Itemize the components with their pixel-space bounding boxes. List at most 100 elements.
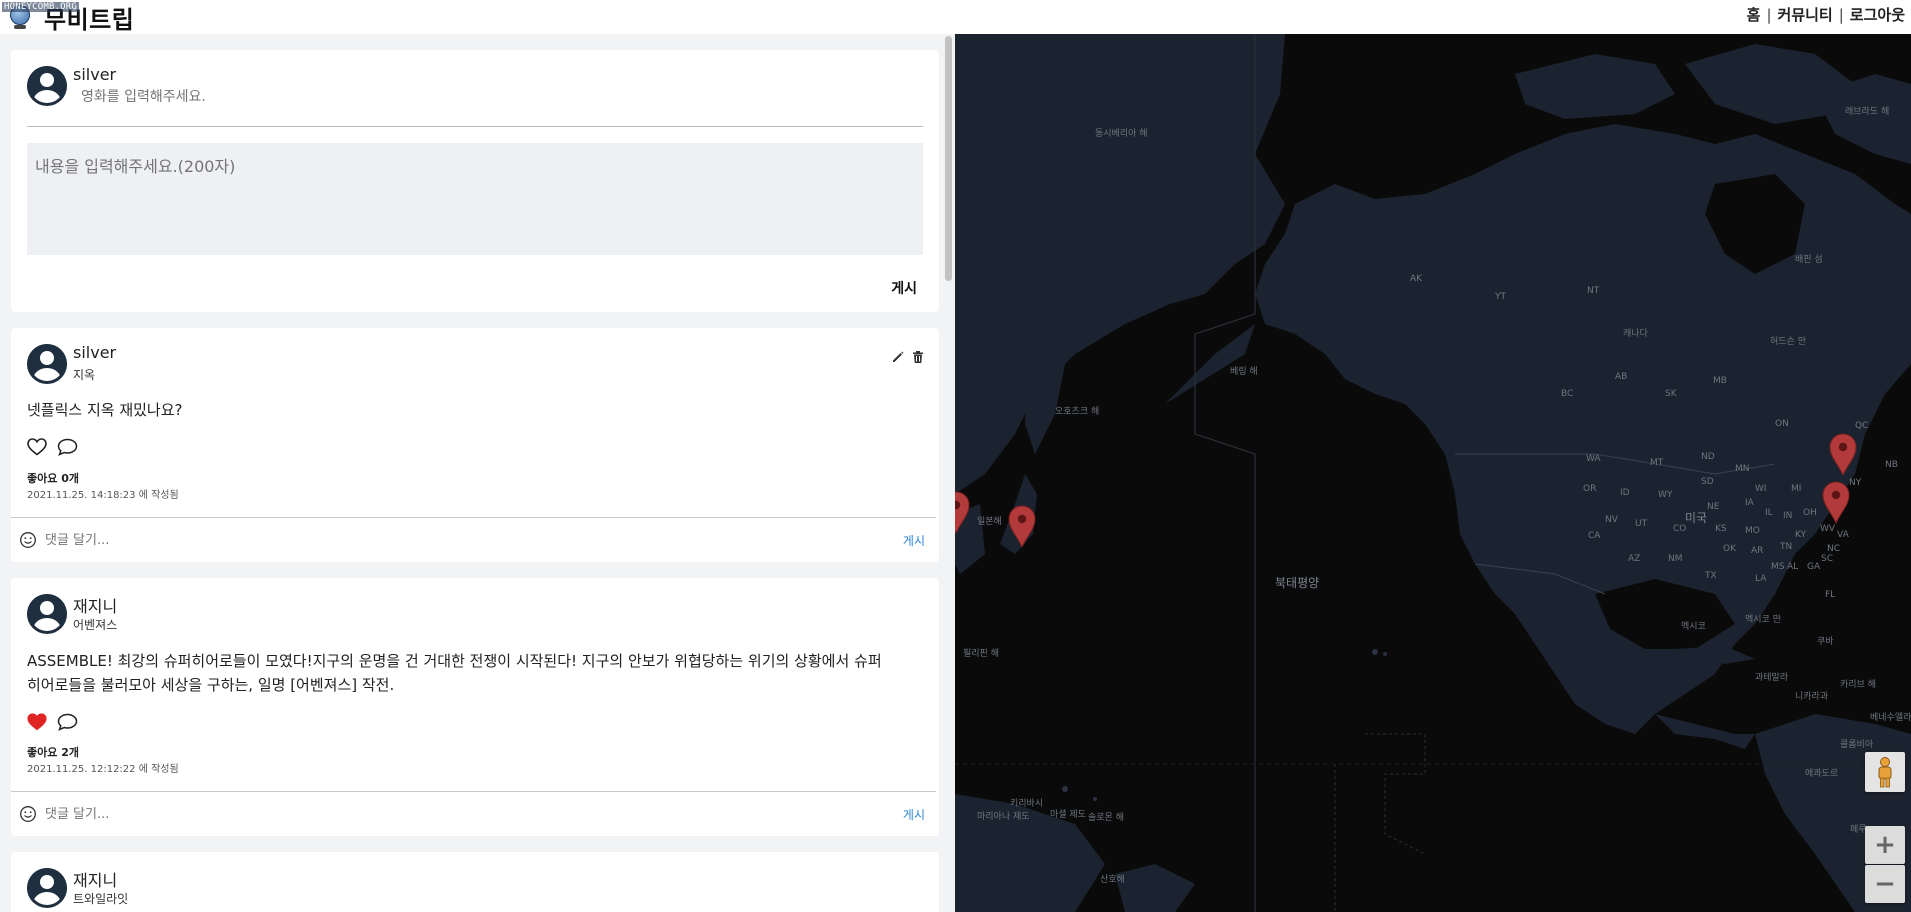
map-label: IA — [1745, 498, 1754, 508]
map-label: NE — [1707, 502, 1720, 512]
comment-bubble-icon[interactable] — [57, 713, 78, 731]
map-label: ND — [1701, 452, 1715, 462]
post-card: 재지니 어벤져스 ASSEMBLE! 최강의 슈퍼히어로들이 모였다!지구의 운… — [11, 578, 939, 836]
map-label: NM — [1668, 554, 1683, 564]
post-card: silver 지옥 넷플릭스 지옥 재밌나요? 좋아요 0개 2021.11.2… — [11, 328, 939, 562]
map-landmass — [955, 34, 1911, 912]
map-label: 에콰도르 — [1805, 769, 1839, 779]
map-label: WA — [1586, 454, 1601, 464]
map-label: 솔로몬 해 — [1088, 813, 1124, 823]
map-label: WI — [1755, 484, 1767, 494]
nav-logout-link[interactable]: 로그아웃 — [1850, 4, 1905, 25]
map-label: IN — [1783, 511, 1793, 521]
comment-post-button[interactable]: 게시 — [903, 532, 925, 549]
nav-separator: | — [1838, 5, 1844, 24]
map-label: AB — [1615, 372, 1628, 382]
nav-community-link[interactable]: 커뮤니티 — [1778, 4, 1833, 25]
map-label: ID — [1620, 488, 1630, 498]
map-label: 멕시코 만 — [1745, 615, 1781, 625]
post-time: 2021.11.25. 14:18:23 에 작성됨 — [27, 490, 179, 501]
divider — [11, 791, 936, 792]
composer-username: silver — [73, 65, 117, 84]
post-username[interactable]: 재지니 — [73, 593, 117, 617]
post-body: 넷플릭스 지옥 재밌나요? — [27, 401, 183, 419]
post-username[interactable]: 재지니 — [73, 867, 117, 891]
comment-bubble-icon[interactable] — [57, 438, 78, 456]
map-label: 마셜 제도 — [1050, 810, 1086, 820]
zoom-in-button[interactable]: + — [1865, 826, 1905, 864]
map-label: 베네수엘라 — [1870, 713, 1911, 723]
nav-home-link[interactable]: 홈 — [1747, 4, 1761, 25]
street-view-pegman[interactable] — [1865, 752, 1905, 792]
post-body-line: ASSEMBLE! 최강의 슈퍼히어로들이 모였다!지구의 운명을 건 거대한 … — [27, 652, 882, 670]
watermark-text: HONEYCOMB.ORG — [2, 2, 80, 12]
comment-input[interactable] — [45, 532, 865, 548]
map-label: KS — [1715, 524, 1727, 534]
map-label: MS — [1771, 562, 1785, 572]
heart-outline-icon[interactable] — [27, 438, 47, 456]
map-label: NT — [1587, 286, 1600, 296]
post-composer: silver 게시 — [11, 50, 939, 312]
map-label: ON — [1775, 419, 1789, 429]
map-label: OK — [1723, 544, 1736, 554]
map-label: 니카라과 — [1795, 692, 1829, 702]
map-label: NV — [1605, 515, 1618, 525]
map-label: 북태평양 — [1275, 576, 1320, 590]
scrollbar-thumb[interactable] — [945, 36, 952, 281]
minus-icon: − — [1874, 869, 1896, 899]
pencil-icon[interactable] — [891, 350, 905, 364]
map-label: SC — [1821, 554, 1833, 564]
pegman-icon[interactable] — [1865, 752, 1905, 792]
composer-post-button[interactable]: 게시 — [891, 278, 917, 298]
map-label: AK — [1410, 274, 1423, 284]
avatar — [27, 594, 67, 634]
post-actions — [27, 713, 78, 731]
map-pin-icon[interactable] — [1007, 504, 1037, 548]
map-label: AZ — [1628, 554, 1641, 564]
like-count: 좋아요 2개 — [27, 746, 79, 759]
map-label: 멕시코 — [1681, 622, 1706, 632]
map-label: 동시베리아 해 — [1095, 129, 1148, 139]
map-pin-icon[interactable] — [1821, 480, 1851, 524]
map-label: VA — [1837, 530, 1849, 540]
smile-icon[interactable] — [19, 531, 37, 549]
smile-icon[interactable] — [19, 805, 37, 823]
comment-row: 게시 — [19, 525, 935, 555]
trash-icon[interactable] — [911, 350, 925, 364]
post-movie: 트와일라잇 — [73, 892, 129, 906]
map-pin-icon[interactable] — [955, 490, 971, 534]
top-nav: 홈 | 커뮤니티 | 로그아웃 — [1747, 4, 1905, 25]
comment-row: 게시 — [19, 799, 935, 829]
avatar — [27, 66, 67, 106]
map-label: 키리바시 — [1010, 799, 1044, 809]
comment-input[interactable] — [45, 806, 865, 822]
feed-scrollbar[interactable] — [942, 34, 955, 912]
heart-filled-icon[interactable] — [27, 713, 47, 731]
like-count: 좋아요 0개 — [27, 472, 79, 485]
post-body-line: 히어로들을 불러모아 세상을 구하는, 일명 [어벤져스] 작전. — [27, 676, 395, 694]
post-username[interactable]: silver — [73, 343, 116, 362]
map-label: SK — [1665, 389, 1677, 399]
map-label: CA — [1588, 531, 1601, 541]
movie-input[interactable] — [81, 89, 381, 105]
map-label: CO — [1673, 524, 1687, 534]
avatar — [27, 344, 67, 384]
map-label: 허드슨 만 — [1770, 337, 1806, 347]
map-label: 쿠바 — [1817, 637, 1834, 647]
zoom-out-button[interactable]: − — [1865, 865, 1905, 903]
map-label: 필리핀 해 — [963, 649, 999, 659]
map-label: OH — [1803, 508, 1817, 518]
map-label: AL — [1787, 562, 1799, 572]
map-label: 과테말라 — [1755, 673, 1789, 683]
feed-panel: silver 게시 silver 지옥 넷플릭스 지옥 재밌나요? — [0, 34, 955, 912]
post-movie: 지옥 — [73, 368, 96, 382]
content-textarea[interactable] — [27, 143, 923, 255]
top-header: 무비트립 HONEYCOMB.ORG 홈 | 커뮤니티 | 로그아웃 — [0, 0, 1911, 34]
map-label: 미국 — [1685, 511, 1708, 525]
map-view[interactable]: 동시베리아 해 베링 해 오호츠크 해 북태평양 일본해 필리핀 해 캐나다 미… — [955, 34, 1911, 912]
map-label: QC — [1855, 421, 1869, 431]
post-time: 2021.11.25. 12:12:22 에 작성됨 — [27, 764, 179, 775]
map-pin-icon[interactable] — [1828, 432, 1858, 476]
comment-post-button[interactable]: 게시 — [903, 806, 925, 823]
map-label: MB — [1713, 376, 1727, 386]
